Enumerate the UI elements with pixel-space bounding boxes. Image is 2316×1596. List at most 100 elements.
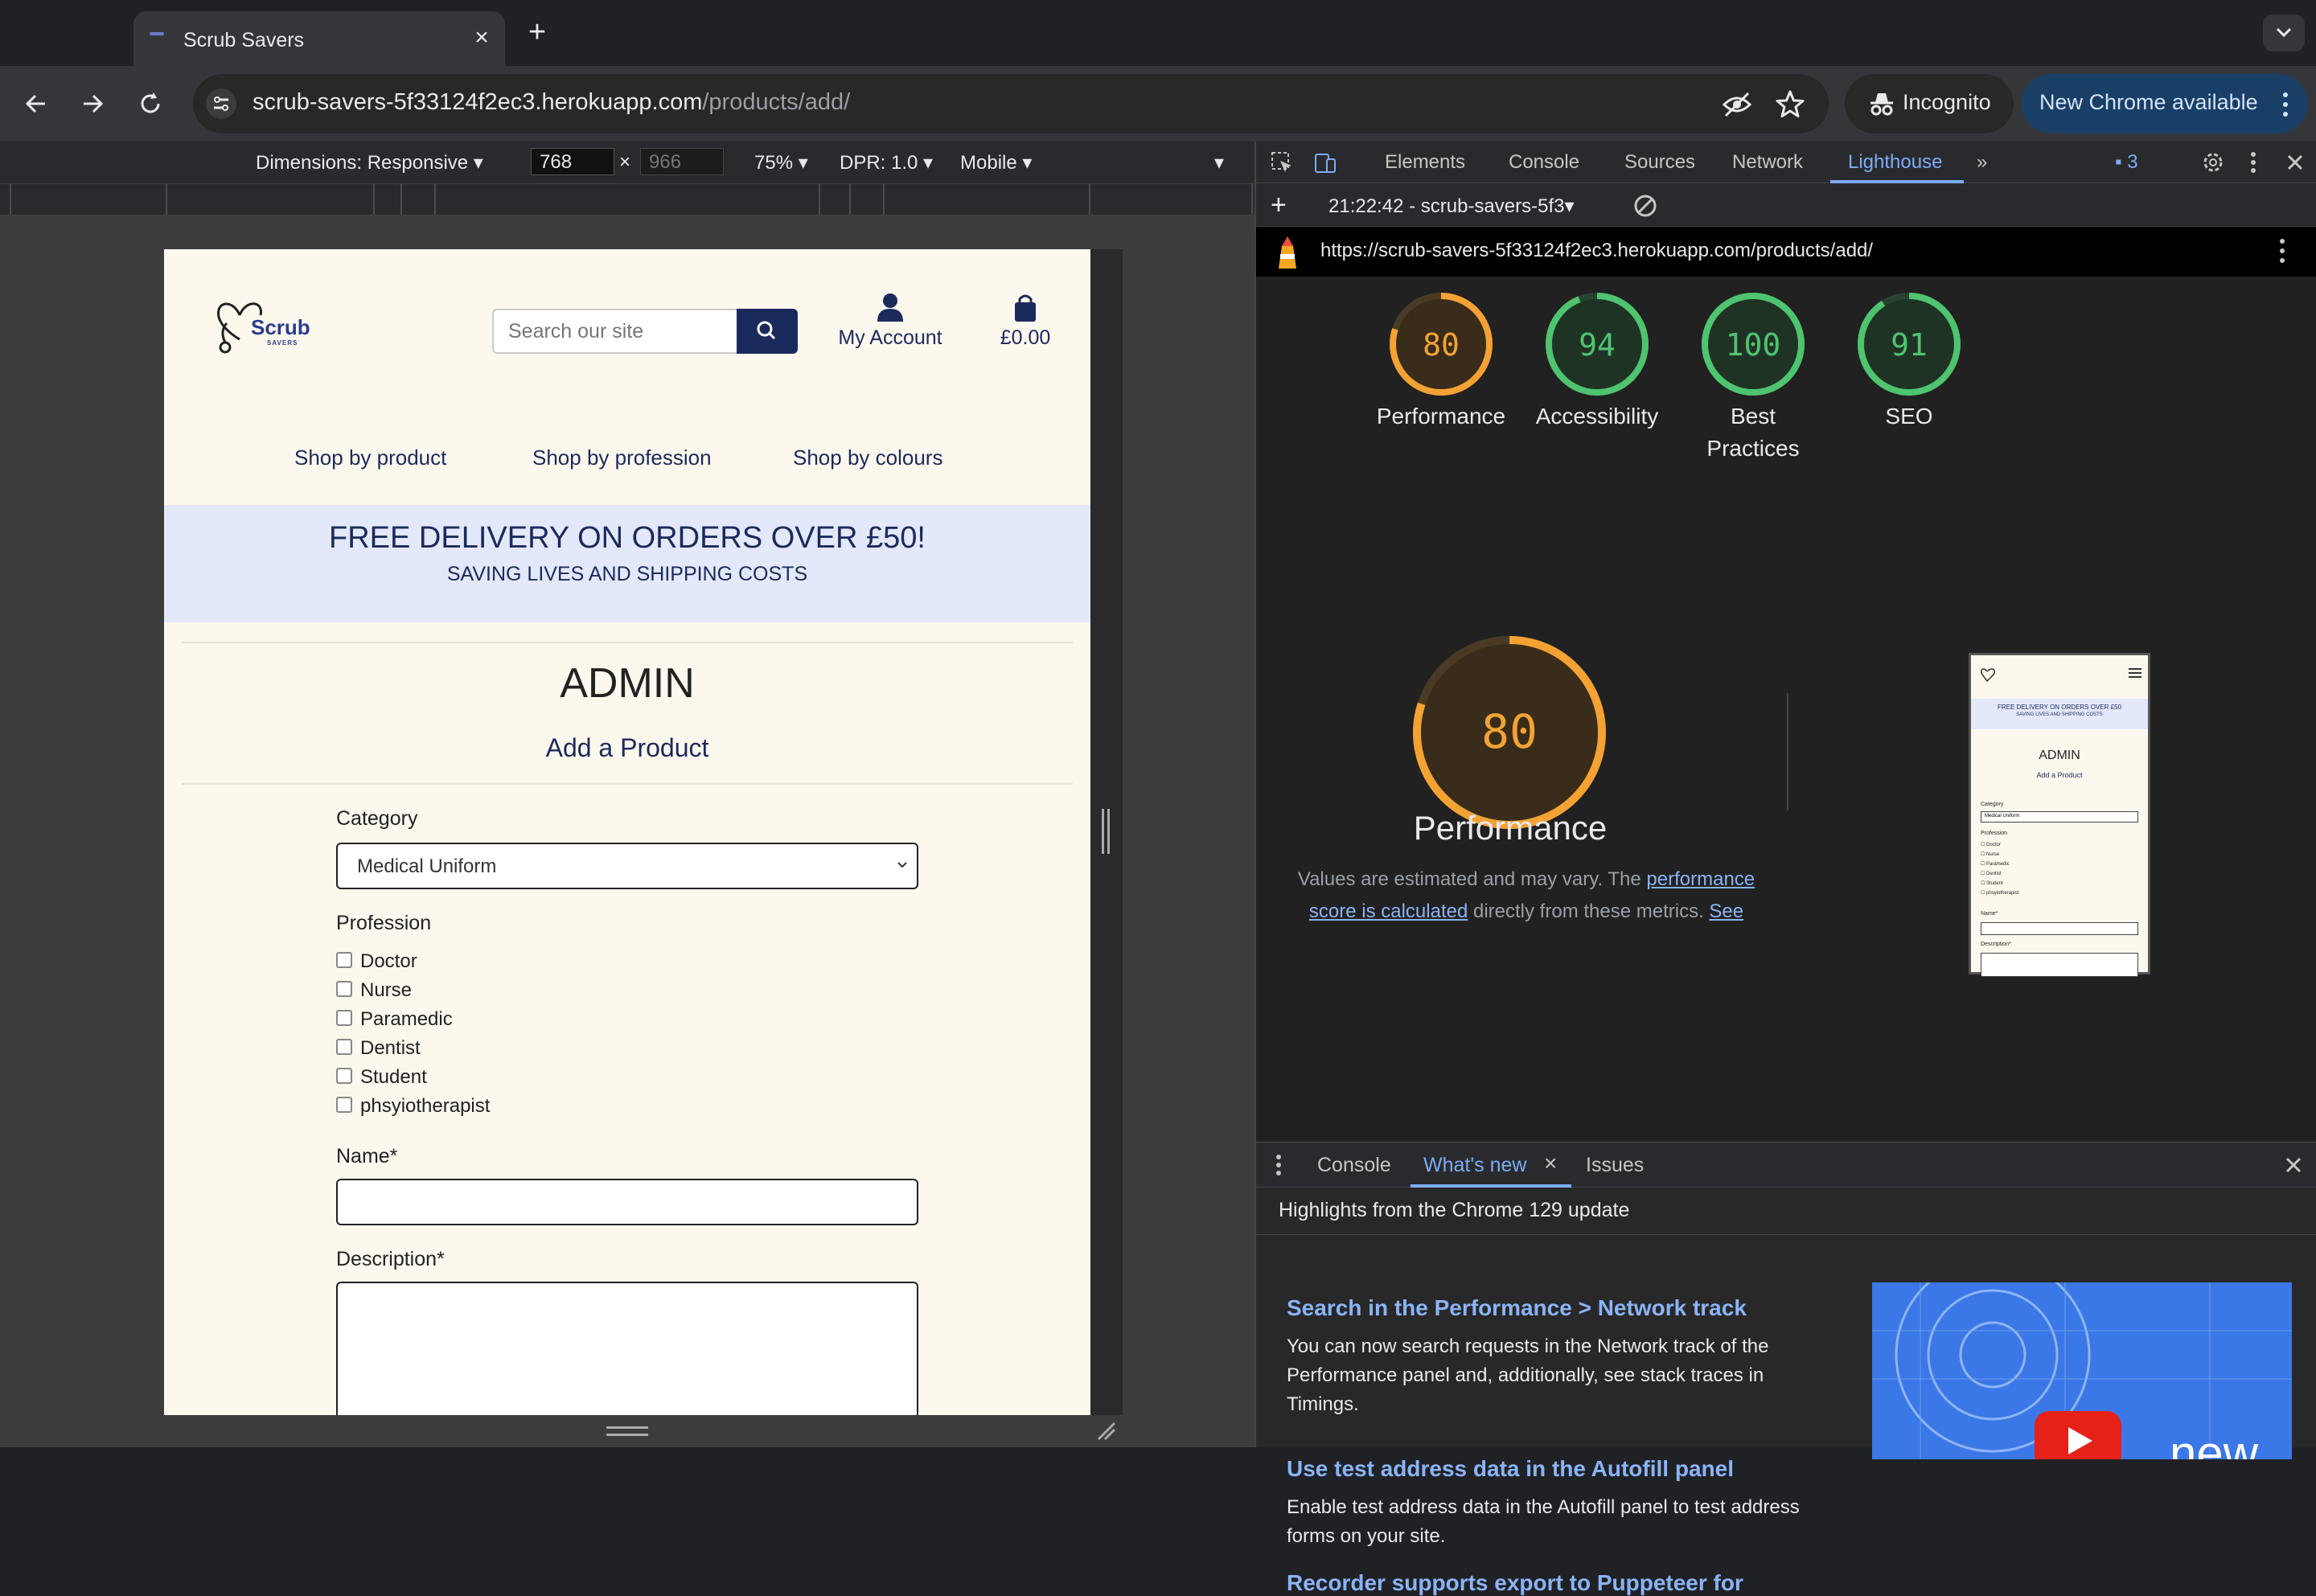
report-label: 21:22:42 - scrub-savers-5f3 <box>1328 195 1565 217</box>
checkbox-physiotherapist[interactable] <box>336 1097 352 1113</box>
eye-off-icon[interactable] <box>1721 88 1753 121</box>
update-button[interactable]: New Chrome available <box>2022 74 2308 133</box>
tab-network[interactable]: Network <box>1732 151 1803 174</box>
checkbox-label: Doctor <box>360 950 417 972</box>
reload-button[interactable] <box>132 85 169 122</box>
nav-shop-by-colours[interactable]: Shop by colours <box>793 445 942 470</box>
dimensions-dropdown[interactable]: Dimensions: Responsive ▾ <box>256 151 483 174</box>
tab-strip: Scrub Savers × + <box>0 0 2316 66</box>
kebab-icon[interactable] <box>1272 1152 1285 1178</box>
nav-shop-by-product[interactable]: Shop by product <box>294 445 446 470</box>
incognito-indicator[interactable]: Incognito <box>1845 74 2014 133</box>
kebab-icon[interactable] <box>2245 150 2261 175</box>
media-query-ruler[interactable] <box>0 183 1254 215</box>
report-url[interactable]: https://scrub-savers-5f33124f2ec3.heroku… <box>1320 240 1873 262</box>
tab-lighthouse[interactable]: Lighthouse <box>1848 151 1942 174</box>
score-gauge-best-practices[interactable]: 100 Best Practices <box>1681 291 1825 465</box>
category-select[interactable]: Medical Uniform <box>336 843 918 889</box>
checkbox-paramedic[interactable] <box>336 1010 352 1026</box>
thumb-subtitle: Add a Product <box>2036 771 2083 779</box>
whats-new-video[interactable]: new 129 <box>1872 1282 2292 1459</box>
see-link[interactable]: See <box>1709 901 1743 922</box>
zoom-dropdown[interactable]: 75% ▾ <box>754 151 808 174</box>
viewport-bottom-handle[interactable] <box>606 1426 648 1436</box>
tab-search-button[interactable] <box>2263 14 2305 51</box>
settings-icon[interactable] <box>2200 150 2226 175</box>
site-search-input[interactable] <box>492 309 737 354</box>
report-selector[interactable]: 21:22:42 - scrub-savers-5f3▾ <box>1328 195 1575 218</box>
more-options-icon[interactable]: ▾ <box>1214 151 1224 174</box>
tab-close-icon[interactable]: × <box>468 24 495 51</box>
score-gauge-accessibility[interactable]: 94 Accessibility <box>1525 291 1669 433</box>
close-icon[interactable] <box>2284 151 2306 174</box>
site-search-button[interactable] <box>737 309 798 354</box>
new-tab-button[interactable]: + <box>521 16 553 48</box>
logo-subtext: SAVERS <box>267 339 298 347</box>
viewport-width-input[interactable]: 768 <box>531 148 614 175</box>
drawer-tabbar: Console What's new × Issues <box>1256 1143 2316 1188</box>
delivery-banner: FREE DELIVERY ON ORDERS OVER £50! SAVING… <box>164 505 1090 622</box>
site-logo[interactable]: Scrub SAVERS <box>216 291 312 359</box>
tab-console[interactable]: Console <box>1509 151 1579 174</box>
devtools-tabbar: Elements Console Sources Network Lightho… <box>1256 142 2316 183</box>
my-account-link[interactable]: My Account <box>830 291 951 363</box>
new-report-icon[interactable]: + <box>1271 190 1287 221</box>
kebab-icon[interactable] <box>2274 236 2290 265</box>
whats-new-heading[interactable]: Recorder supports export to Puppeteer fo… <box>1287 1570 1743 1596</box>
device-toggle-icon[interactable] <box>1312 150 1338 175</box>
forward-button[interactable] <box>74 85 111 122</box>
nav-shop-by-profession[interactable]: Shop by profession <box>532 445 712 470</box>
thumb-banner-sub: SAVING LIVES AND SHIPPING COSTS <box>2016 712 2103 717</box>
checkbox-doctor[interactable] <box>336 952 352 968</box>
device-toolbar: Dimensions: Responsive ▾ 768 × 966 75% ▾… <box>0 142 1254 183</box>
drawer-tab-whats-new[interactable]: What's new <box>1423 1154 1526 1177</box>
dpr-dropdown[interactable]: DPR: 1.0 ▾ <box>840 151 933 174</box>
gauge-score: 80 <box>1423 327 1460 363</box>
viewport-resize-handle[interactable] <box>1102 809 1110 854</box>
corner-resize-icon[interactable] <box>1095 1420 1118 1442</box>
url-host: scrub-savers-5f33124f2ec3.herokuapp.com <box>253 89 703 115</box>
chevron-down-icon <box>897 862 907 868</box>
checkbox-label: phsyiotherapist <box>360 1095 491 1117</box>
whats-new-body: You can now search requests in the Netwo… <box>1287 1335 1769 1415</box>
checkbox-student[interactable] <box>336 1068 352 1084</box>
device-mode-dropdown[interactable]: Mobile ▾ <box>960 151 1032 174</box>
star-icon[interactable] <box>1774 88 1806 121</box>
close-icon[interactable] <box>2282 1154 2305 1176</box>
play-icon[interactable] <box>2035 1411 2121 1459</box>
name-label: Name* <box>336 1145 398 1167</box>
back-icon <box>25 94 45 113</box>
tab-elements[interactable]: Elements <box>1385 151 1465 174</box>
page-screenshot-thumbnail[interactable]: FREE DELIVERY ON ORDERS OVER £50 SAVING … <box>1969 653 2150 977</box>
back-button[interactable] <box>18 85 55 122</box>
dimension-separator: × <box>619 151 631 173</box>
active-tab-indicator <box>1411 1184 1571 1188</box>
site-settings-icon[interactable] <box>206 88 236 119</box>
browser-tab[interactable]: Scrub Savers × <box>133 11 505 66</box>
banner-subheading: SAVING LIVES AND SHIPPING COSTS <box>446 563 808 585</box>
close-tab-icon[interactable]: × <box>1544 1151 1557 1176</box>
whats-new-heading[interactable]: Use test address data in the Autofill pa… <box>1287 1456 1734 1482</box>
whats-new-heading[interactable]: Search in the Performance > Network trac… <box>1287 1295 1747 1321</box>
shopping-bag-link[interactable]: £0.00 <box>989 291 1062 363</box>
more-tabs-icon[interactable]: » <box>1977 151 1987 174</box>
checkbox-nurse[interactable] <box>336 981 352 997</box>
page-subtitle: Add a Product <box>545 733 709 762</box>
issues-counter[interactable]: ▪ 3 <box>2115 151 2138 174</box>
url-text[interactable]: scrub-savers-5f33124f2ec3.herokuapp.com/… <box>253 89 850 116</box>
reload-icon <box>141 92 160 113</box>
emulated-page: Scrub SAVERS My Account £0.00 Shop by pr… <box>164 249 1090 1415</box>
dpr-label: DPR: 1.0 <box>840 152 918 174</box>
checkbox-dentist[interactable] <box>336 1039 352 1055</box>
drawer-tab-issues[interactable]: Issues <box>1586 1154 1644 1177</box>
address-bar[interactable]: scrub-savers-5f33124f2ec3.herokuapp.com/… <box>193 74 1829 133</box>
clear-icon[interactable] <box>1632 193 1658 219</box>
drawer-tab-console[interactable]: Console <box>1317 1154 1391 1177</box>
score-gauge-performance[interactable]: 80 Performance <box>1369 291 1513 433</box>
tab-sources[interactable]: Sources <box>1624 151 1695 174</box>
score-gauge-seo[interactable]: 91 SEO <box>1837 291 1981 433</box>
description-textarea[interactable] <box>336 1282 918 1415</box>
inspect-icon[interactable] <box>1269 150 1295 175</box>
viewport-height-input[interactable]: 966 <box>640 148 724 175</box>
name-input[interactable] <box>336 1179 918 1225</box>
